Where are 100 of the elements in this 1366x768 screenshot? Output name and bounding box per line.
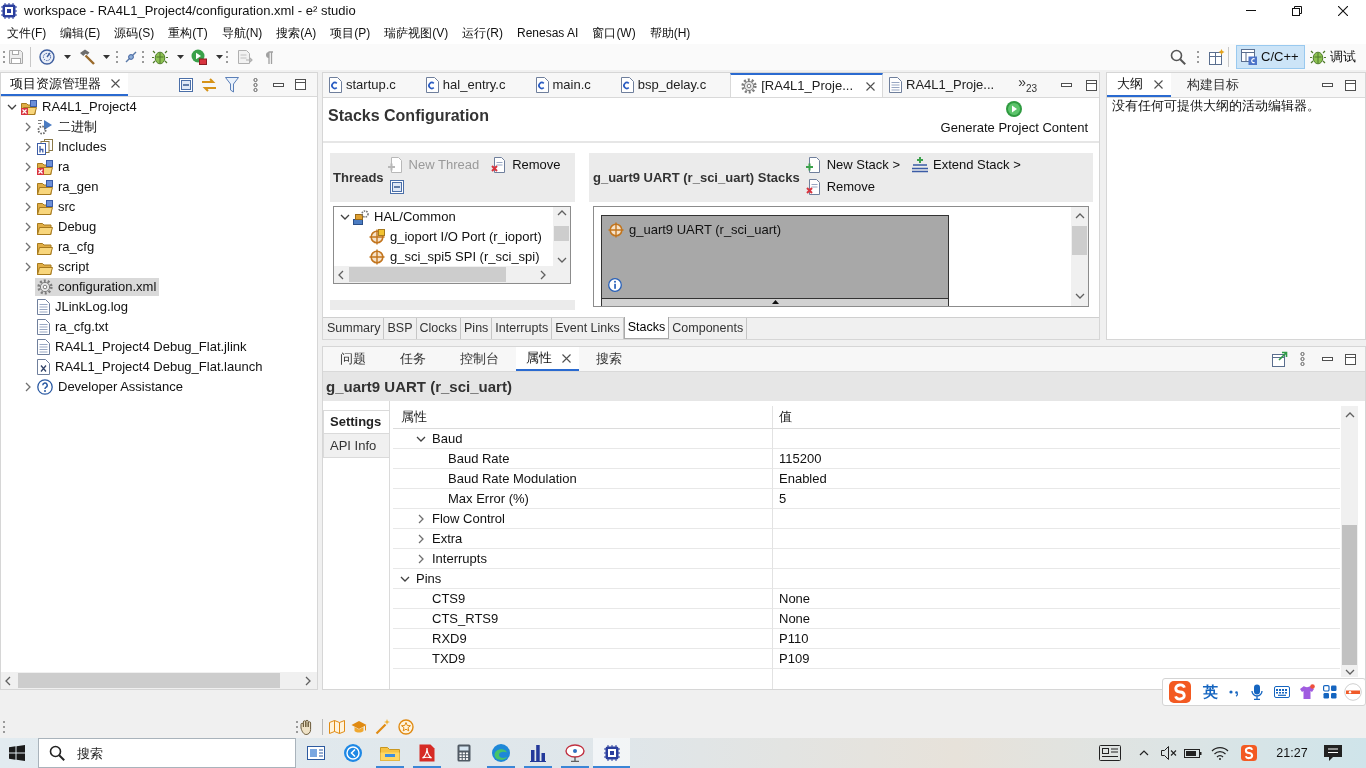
scrollbar-thumb[interactable] <box>554 226 569 241</box>
filter-icon[interactable] <box>225 76 239 93</box>
scroll-down-icon[interactable] <box>1074 293 1085 299</box>
scrollbar-thumb[interactable] <box>1072 226 1087 255</box>
chevron-right-icon[interactable] <box>25 142 31 152</box>
chevron-right-icon[interactable] <box>25 182 31 192</box>
tree-item[interactable]: g_ioport I/O Port (r_ioport) <box>368 228 544 246</box>
column-header[interactable]: 值 <box>773 406 1340 428</box>
editor-tab[interactable]: RA4L1_Proje... <box>883 73 1019 97</box>
scroll-right-icon[interactable] <box>305 675 311 686</box>
chevron-down-icon[interactable] <box>340 214 350 220</box>
perspective-button[interactable]: C/C++ <box>1236 45 1305 69</box>
scrollbar[interactable] <box>1 672 317 689</box>
chevron-right-icon[interactable] <box>25 242 31 252</box>
microphone-icon[interactable] <box>1251 684 1263 700</box>
scrollbar-thumb[interactable] <box>349 267 506 282</box>
scroll-up-icon[interactable] <box>556 210 567 216</box>
minimize-icon[interactable] <box>1061 83 1073 87</box>
bug-icon[interactable] <box>152 49 168 65</box>
menu-item[interactable]: 窗口(W) <box>585 22 643 43</box>
generate-button[interactable]: Generate Project Content <box>940 101 1088 136</box>
toolbar-action[interactable]: Extend Stack > <box>912 154 1021 176</box>
editor-tab[interactable]: startup.c <box>323 73 420 97</box>
keyboard-icon[interactable] <box>1274 686 1290 698</box>
chevron-right-icon[interactable] <box>418 533 424 544</box>
wifi-icon[interactable] <box>1211 746 1229 760</box>
menu-item[interactable]: 编辑(E) <box>53 22 108 43</box>
menu-item[interactable]: 文件(F) <box>0 22 54 43</box>
menu-item[interactable]: Renesas AI <box>510 22 586 43</box>
scroll-up-icon[interactable] <box>1074 213 1085 219</box>
scroll-down-icon[interactable] <box>556 257 567 263</box>
editor-tab[interactable]: main.c <box>529 73 615 97</box>
notification-icon[interactable] <box>1324 745 1342 761</box>
chevron-right-icon[interactable] <box>25 122 31 132</box>
minimize-icon[interactable] <box>1322 357 1333 361</box>
grid-icon[interactable] <box>1323 685 1337 699</box>
scrollbar[interactable] <box>334 266 553 283</box>
speaker-mute-icon[interactable] <box>1161 746 1177 760</box>
maximize-icon[interactable] <box>1345 353 1356 365</box>
star-circle-icon[interactable] <box>398 719 414 735</box>
scroll-left-icon[interactable] <box>338 269 344 280</box>
tree-item[interactable]: RA4L1_Project4 <box>19 98 140 116</box>
start-icon[interactable] <box>9 745 25 761</box>
menu-item[interactable]: 搜索(A) <box>269 22 324 43</box>
chevron-down-icon[interactable] <box>400 575 410 582</box>
section-tab[interactable]: Settings <box>323 410 389 434</box>
triangle-icon[interactable] <box>771 300 779 304</box>
perspective-button[interactable]: 调试 <box>1304 45 1362 69</box>
menu-item[interactable]: 源码(S) <box>107 22 162 43</box>
chevron-right-icon[interactable] <box>418 553 424 564</box>
panel-tab[interactable]: 构建目标 <box>1171 73 1255 97</box>
shirt-icon[interactable] <box>1299 684 1315 700</box>
tree-item[interactable]: Debug <box>35 218 100 236</box>
editor-tab[interactable]: hal_entry.c <box>419 73 530 97</box>
tree-item[interactable]: configuration.xml <box>35 278 160 296</box>
page-tab[interactable]: Pins <box>461 318 493 339</box>
tree-item[interactable]: Developer Assistance <box>35 378 186 396</box>
menu-item[interactable]: 运行(R) <box>455 22 510 43</box>
tree-item[interactable]: Includes <box>35 138 110 156</box>
tree-item[interactable]: ra_gen <box>35 178 102 196</box>
ime-logo-icon[interactable] <box>1169 681 1191 703</box>
tree-item[interactable]: 二进制 <box>35 118 100 136</box>
tree-item[interactable]: ra_cfg <box>35 238 98 256</box>
logo-icon[interactable] <box>1241 745 1257 761</box>
panel-tab[interactable]: 大纲 <box>1107 73 1171 97</box>
panel-tab[interactable]: 属性 <box>516 347 579 371</box>
close-icon[interactable] <box>1154 79 1163 89</box>
editor-tab[interactable]: bsp_delay.c <box>614 73 731 97</box>
scrollbar[interactable] <box>1341 406 1358 677</box>
taskbar-button[interactable] <box>593 738 630 768</box>
menu-item[interactable]: 项目(P) <box>323 22 378 43</box>
menu-item[interactable]: 帮助(H) <box>642 22 698 43</box>
collapse-all-icon[interactable] <box>179 77 193 92</box>
chevron-right-icon[interactable] <box>418 513 424 524</box>
search-icon[interactable] <box>1170 49 1186 65</box>
scrollbar-thumb[interactable] <box>18 673 280 688</box>
banded-circle-icon[interactable] <box>1344 683 1362 701</box>
caret-icon[interactable] <box>64 55 71 59</box>
run-icon[interactable] <box>191 49 207 65</box>
battery-icon[interactable] <box>1184 747 1202 759</box>
newspaper-icon[interactable] <box>1099 745 1121 761</box>
tree-item[interactable]: RA4L1_Project4 Debug_Flat.launch <box>35 358 266 376</box>
probe-icon[interactable] <box>125 51 137 63</box>
section-tab[interactable]: API Info <box>323 434 389 458</box>
tree-item[interactable]: script <box>35 258 93 276</box>
chevron-right-icon[interactable] <box>25 382 31 392</box>
minimize-icon[interactable] <box>273 82 284 87</box>
menu-item[interactable]: 导航(N) <box>214 22 270 43</box>
maximize-icon[interactable] <box>1345 79 1356 91</box>
chevron-down-icon[interactable] <box>416 435 426 442</box>
scroll-down-icon[interactable] <box>1344 669 1355 675</box>
scroll-up-icon[interactable] <box>1344 412 1355 418</box>
tree-item[interactable]: JLinkLog.log <box>35 298 131 316</box>
editor-tab[interactable]: [RA4L1_Proje... <box>730 73 883 97</box>
chevron-up-icon[interactable] <box>1139 750 1149 756</box>
clock[interactable]: 21:27 <box>1276 745 1308 761</box>
caret-icon[interactable] <box>216 55 223 59</box>
page-tab[interactable]: Event Links <box>552 318 624 339</box>
close-icon[interactable] <box>1338 5 1348 16</box>
stack-block[interactable]: g_uart9 UART (r_sci_uart) <box>601 215 949 306</box>
